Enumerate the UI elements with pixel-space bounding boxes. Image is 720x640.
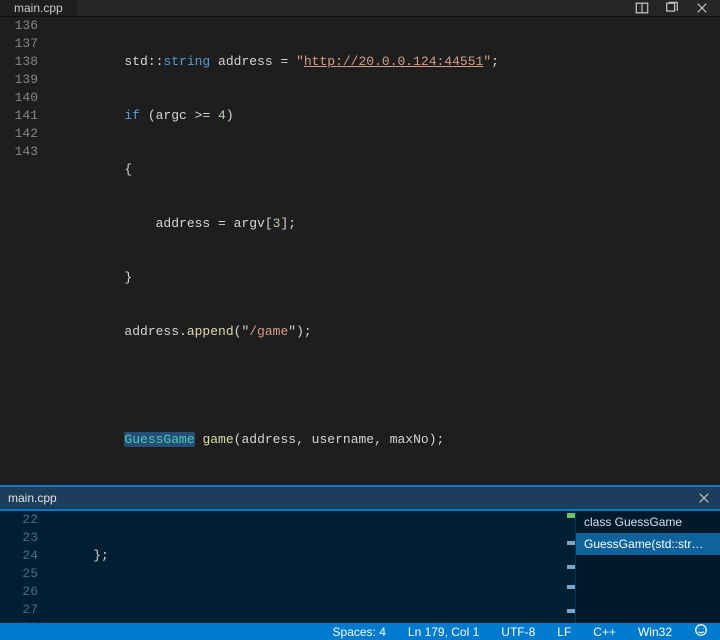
editor: 136 137 138 139 140 141 142 143 std::str… <box>0 17 720 623</box>
peek-close-icon[interactable] <box>696 490 712 506</box>
editor-tab-main[interactable]: main.cpp <box>0 0 77 16</box>
feedback-icon[interactable] <box>690 623 712 640</box>
peek-scroll-markers <box>567 511 575 623</box>
peek-filename[interactable]: main.cpp <box>8 491 57 505</box>
peek-ref-item[interactable]: GuessGame(std::str… <box>576 533 720 555</box>
status-language[interactable]: C++ <box>589 625 620 639</box>
status-bar: Spaces: 4 Ln 179, Col 1 UTF-8 LF C++ Win… <box>0 623 720 640</box>
status-build-target[interactable]: Win32 <box>634 625 676 639</box>
status-eol[interactable]: LF <box>553 625 575 639</box>
editor-tab-label: main.cpp <box>14 1 63 15</box>
peek-code[interactable]: 22 23 24 25 26 27 28 29 30 31 32 33 34 3… <box>0 511 575 623</box>
editor-tabbar: main.cpp <box>0 0 720 17</box>
peek-definition: main.cpp 22 23 24 25 26 27 28 29 30 31 <box>0 509 720 623</box>
editor-tab-actions <box>634 0 720 16</box>
src-top[interactable]: std::string address = "http://20.0.0.124… <box>54 17 720 485</box>
code-pane-top[interactable]: 136 137 138 139 140 141 142 143 std::str… <box>0 17 720 485</box>
peek-ref-item[interactable]: class GuessGame <box>576 511 720 533</box>
peek-header: main.cpp <box>0 485 720 509</box>
peek-reference-list: class GuessGame GuessGame(std::str… <box>575 511 720 623</box>
show-tabs-icon[interactable] <box>664 0 680 16</box>
status-encoding[interactable]: UTF-8 <box>497 625 539 639</box>
split-editor-icon[interactable] <box>634 0 650 16</box>
status-indent[interactable]: Spaces: 4 <box>329 625 390 639</box>
status-cursor-pos[interactable]: Ln 179, Col 1 <box>404 625 483 639</box>
gutter-top: 136 137 138 139 140 141 142 143 <box>0 17 54 485</box>
gutter-peek: 22 23 24 25 26 27 28 29 30 31 32 33 34 3… <box>0 511 54 623</box>
src-peek[interactable]: }; const int MIN = 0; const int MAX = 1;… <box>54 511 567 623</box>
close-icon[interactable] <box>694 0 710 16</box>
